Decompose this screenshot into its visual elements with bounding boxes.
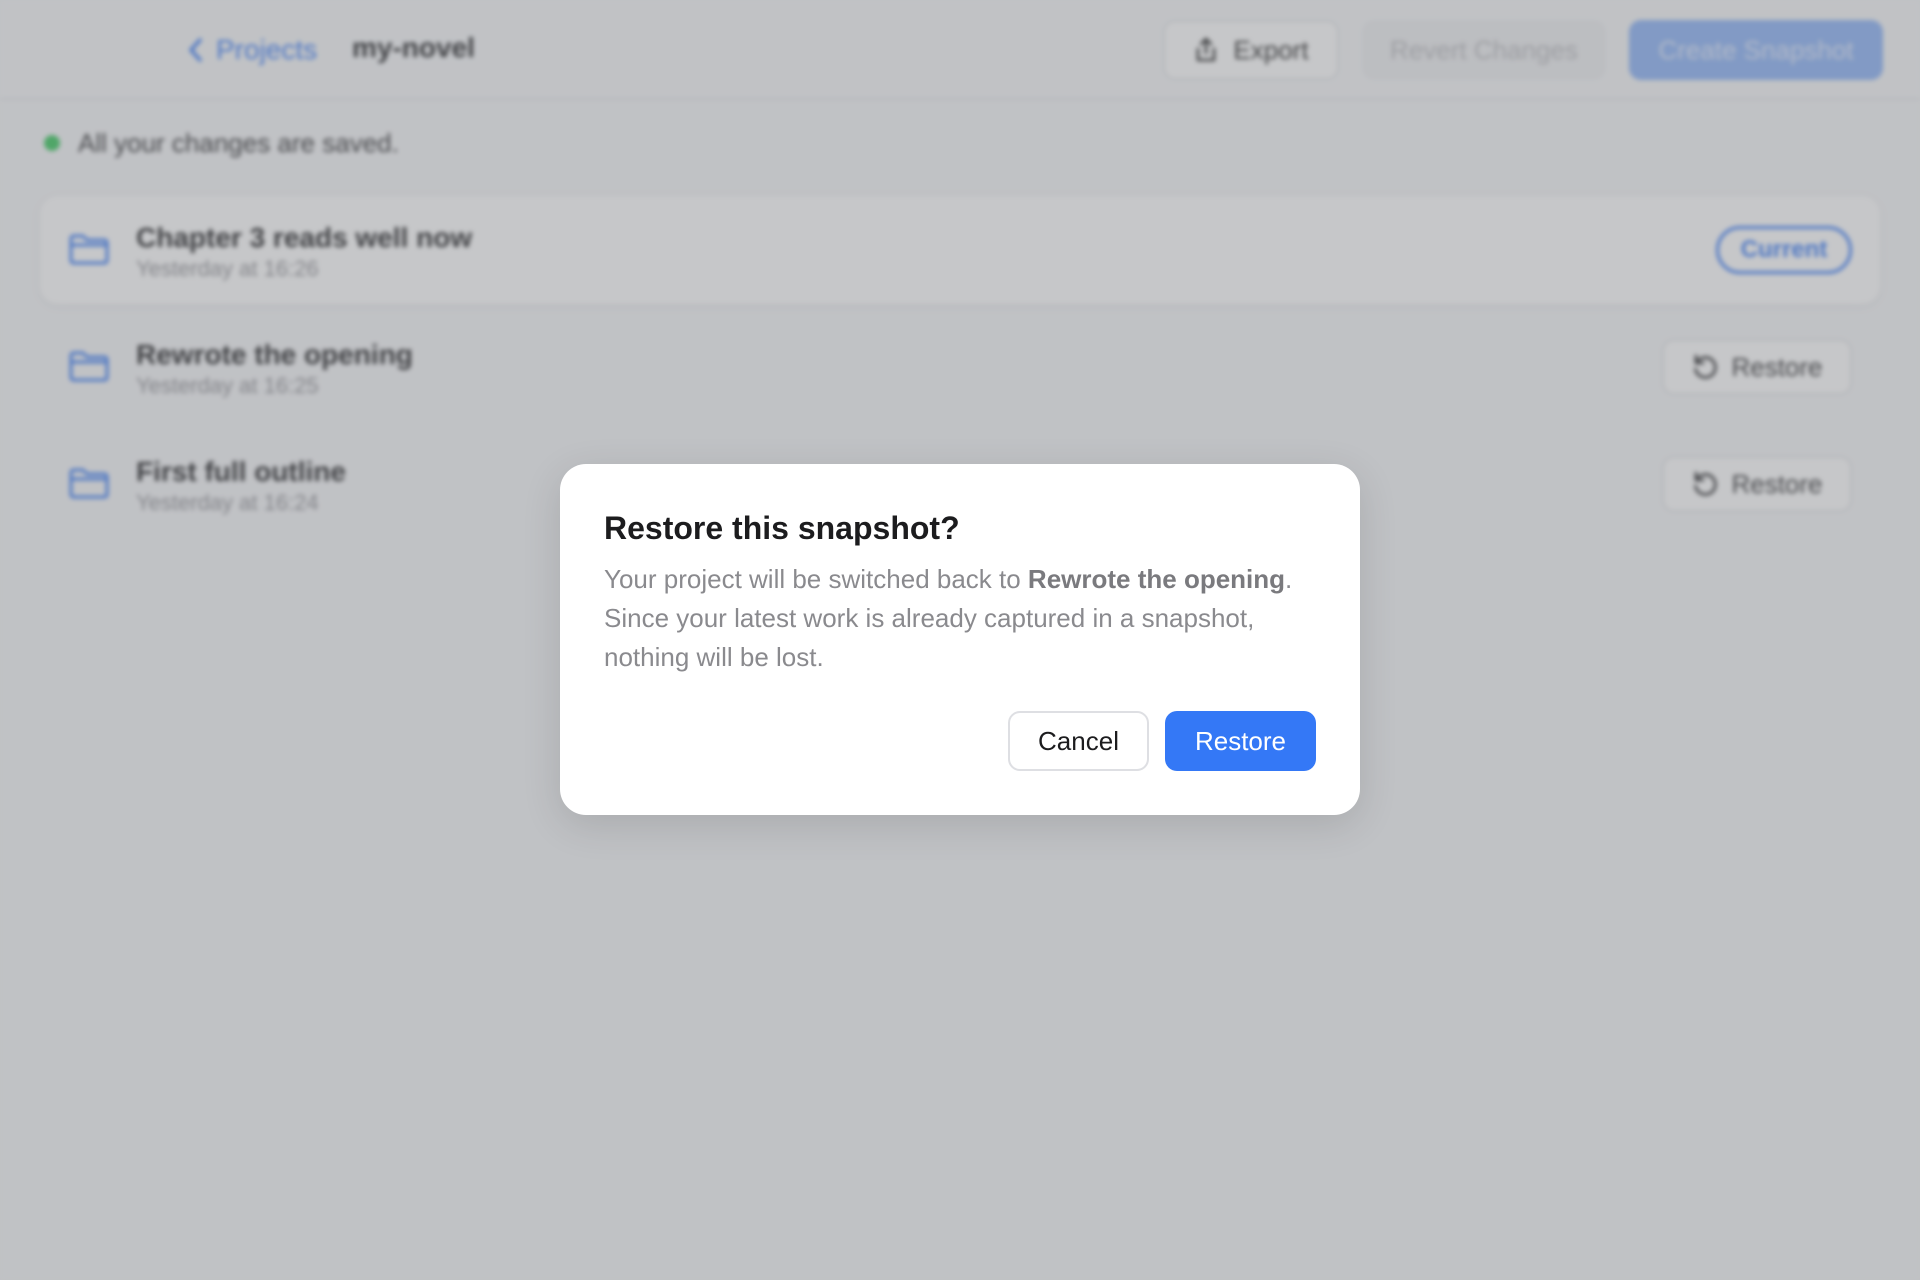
restore-confirm-dialog: Restore this snapshot? Your project will… — [560, 464, 1360, 815]
dialog-message: Your project will be switched back to Re… — [604, 560, 1304, 677]
confirm-restore-button[interactable]: Restore — [1165, 711, 1316, 771]
dialog-message-prefix: Your project will be switched back to — [604, 564, 1028, 594]
dialog-snapshot-name: Rewrote the opening — [1027, 564, 1286, 594]
cancel-button[interactable]: Cancel — [1008, 711, 1149, 771]
dialog-title: Restore this snapshot? — [604, 510, 960, 546]
